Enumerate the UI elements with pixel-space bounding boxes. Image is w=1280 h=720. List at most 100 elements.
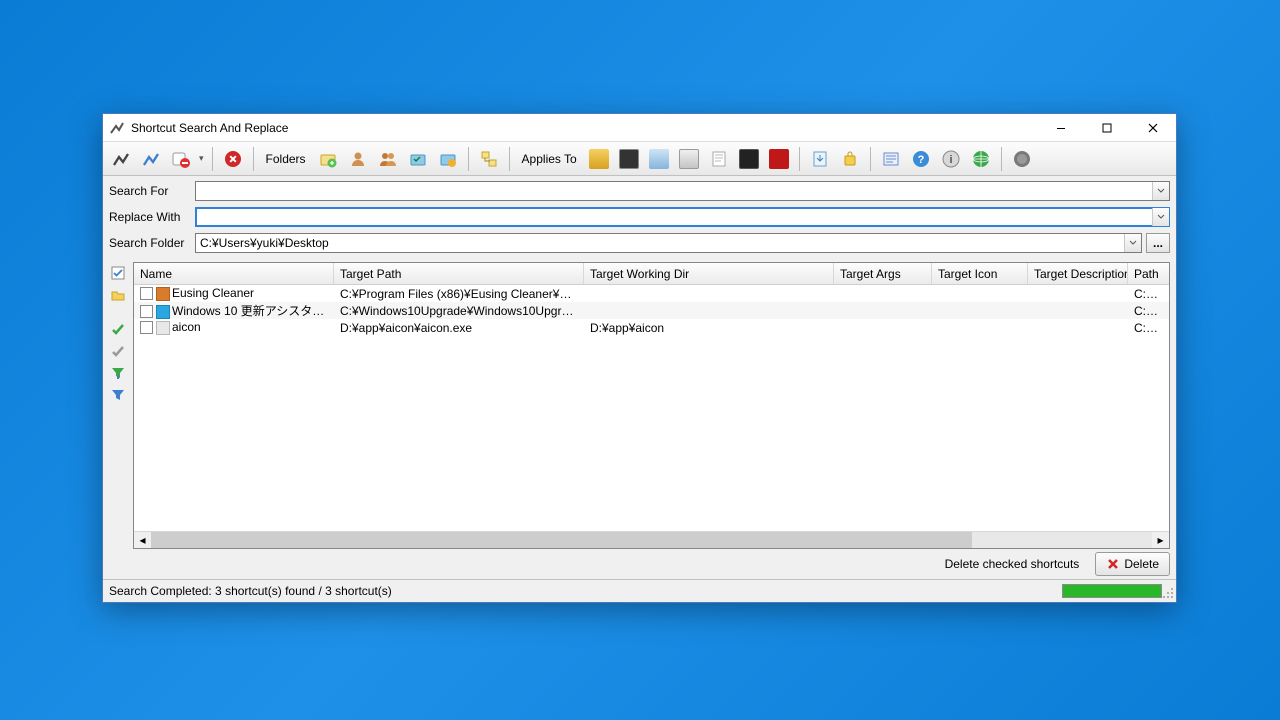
row-checkbox[interactable]: [140, 287, 153, 300]
browse-folder-button[interactable]: ...: [1146, 233, 1170, 253]
window-title: Shortcut Search And Replace: [131, 121, 288, 135]
toolbar: ▾ Folders Applies To ? i: [103, 142, 1176, 176]
title-bar[interactable]: Shortcut Search And Replace: [103, 114, 1176, 142]
website-button[interactable]: [967, 145, 995, 173]
row-icon: [156, 321, 170, 335]
table-row[interactable]: aicon D:¥app¥aicon¥aicon.exeD:¥app¥aicon C…: [134, 319, 1169, 336]
scroll-right-button[interactable]: ▸: [1152, 532, 1169, 548]
scroll-track[interactable]: [151, 532, 1152, 548]
row-working-dir: D:¥app¥aicon: [584, 321, 834, 335]
col-path[interactable]: Path: [1128, 263, 1169, 284]
scroll-left-button[interactable]: ◂: [134, 532, 151, 548]
row-path: C:¥Us: [1128, 321, 1169, 335]
delete-hint: Delete checked shortcuts: [945, 557, 1080, 571]
options-button[interactable]: [836, 145, 864, 173]
filter-up-button[interactable]: [109, 386, 127, 404]
separator: [253, 147, 254, 171]
row-path: C:¥Us: [1128, 304, 1169, 318]
horizontal-scrollbar[interactable]: ◂ ▸: [134, 531, 1169, 548]
applies-to-label: Applies To: [516, 152, 583, 166]
search-for-label: Search For: [109, 184, 191, 198]
resolve-button[interactable]: [167, 145, 195, 173]
filter-down-button[interactable]: [109, 364, 127, 382]
search-for-input[interactable]: [196, 182, 1152, 200]
col-target-working-dir[interactable]: Target Working Dir: [584, 263, 834, 284]
close-button[interactable]: [1130, 114, 1176, 141]
check-all-button[interactable]: [109, 264, 127, 282]
add-folder-button[interactable]: [314, 145, 342, 173]
table-row[interactable]: Eusing CleanerC:¥Program Files (x86)¥Eus…: [134, 285, 1169, 302]
all-users-button[interactable]: [374, 145, 402, 173]
replace-with-input[interactable]: [196, 208, 1152, 226]
delete-button[interactable]: Delete: [1095, 552, 1170, 576]
log-button[interactable]: [877, 145, 905, 173]
status-text: Search Completed: 3 shortcut(s) found / …: [109, 584, 392, 598]
row-name: Windows 10 更新アシスタント: [172, 304, 334, 318]
app-icon: [109, 120, 125, 136]
separator: [870, 147, 871, 171]
camera-icon: [739, 149, 759, 169]
row-name: aicon: [172, 320, 201, 334]
search-folder-combo[interactable]: [195, 233, 1142, 253]
maximize-button[interactable]: [1084, 114, 1130, 141]
resize-grip[interactable]: [1162, 587, 1174, 599]
separator: [799, 147, 800, 171]
subfolders-button[interactable]: [475, 145, 503, 173]
resolve-dropdown[interactable]: ▾: [197, 153, 206, 164]
table-row[interactable]: Windows 10 更新アシスタントC:¥Windows10Upgrade¥W…: [134, 302, 1169, 319]
search-form: Search For Replace With Search Folder ..…: [103, 176, 1176, 260]
target-path-icon: [589, 149, 609, 169]
replace-button[interactable]: [137, 145, 165, 173]
svg-text:i: i: [949, 154, 952, 166]
description-button[interactable]: [705, 145, 733, 173]
row-path: C:¥Us: [1128, 287, 1169, 301]
search-folder-dropdown[interactable]: [1124, 234, 1141, 252]
row-checkbox[interactable]: [140, 321, 153, 334]
col-target-icon[interactable]: Target Icon: [932, 263, 1028, 284]
content-area: Name Target Path Target Working Dir Targ…: [103, 260, 1176, 549]
filter-dark-button[interactable]: [735, 145, 763, 173]
single-user-button[interactable]: [344, 145, 372, 173]
svg-text:?: ?: [917, 154, 924, 166]
minimize-button[interactable]: [1038, 114, 1084, 141]
check-gray-button[interactable]: [109, 342, 127, 360]
about-button[interactable]: i: [937, 145, 965, 173]
separator: [1001, 147, 1002, 171]
progress-fill: [1063, 585, 1161, 597]
red-flag-icon: [769, 149, 789, 169]
replace-with-combo[interactable]: [195, 207, 1170, 227]
scroll-thumb[interactable]: [151, 532, 972, 548]
donate-button[interactable]: [1008, 145, 1036, 173]
filter-red-button[interactable]: [765, 145, 793, 173]
col-target-path[interactable]: Target Path: [334, 263, 584, 284]
custom-folder-settings-button[interactable]: [434, 145, 462, 173]
target-path-button[interactable]: [585, 145, 613, 173]
col-target-args[interactable]: Target Args: [834, 263, 932, 284]
delete-bar: Delete checked shortcuts Delete: [103, 549, 1176, 579]
args-button[interactable]: [645, 145, 673, 173]
col-name[interactable]: Name: [134, 263, 334, 284]
replace-with-dropdown[interactable]: [1152, 208, 1169, 226]
icon-path-button[interactable]: [675, 145, 703, 173]
working-dir-button[interactable]: [615, 145, 643, 173]
stop-button[interactable]: [219, 145, 247, 173]
check-green-button[interactable]: [109, 320, 127, 338]
custom-folder-button[interactable]: [404, 145, 432, 173]
export-button[interactable]: [806, 145, 834, 173]
separator: [212, 147, 213, 171]
help-button[interactable]: ?: [907, 145, 935, 173]
working-dir-icon: [619, 149, 639, 169]
listview-body[interactable]: Eusing CleanerC:¥Program Files (x86)¥Eus…: [134, 285, 1169, 531]
search-folder-input[interactable]: [196, 234, 1124, 252]
search-for-dropdown[interactable]: [1152, 182, 1169, 200]
replace-with-label: Replace With: [109, 210, 191, 224]
results-listview[interactable]: Name Target Path Target Working Dir Targ…: [133, 262, 1170, 549]
listview-header[interactable]: Name Target Path Target Working Dir Targ…: [134, 263, 1169, 285]
open-folder-button[interactable]: [109, 286, 127, 304]
app-window: Shortcut Search And Replace ▾ Folders: [102, 113, 1177, 603]
search-for-combo[interactable]: [195, 181, 1170, 201]
row-target-path: D:¥app¥aicon¥aicon.exe: [334, 321, 584, 335]
row-checkbox[interactable]: [140, 305, 153, 318]
col-target-description[interactable]: Target Description: [1028, 263, 1128, 284]
search-button[interactable]: [107, 145, 135, 173]
